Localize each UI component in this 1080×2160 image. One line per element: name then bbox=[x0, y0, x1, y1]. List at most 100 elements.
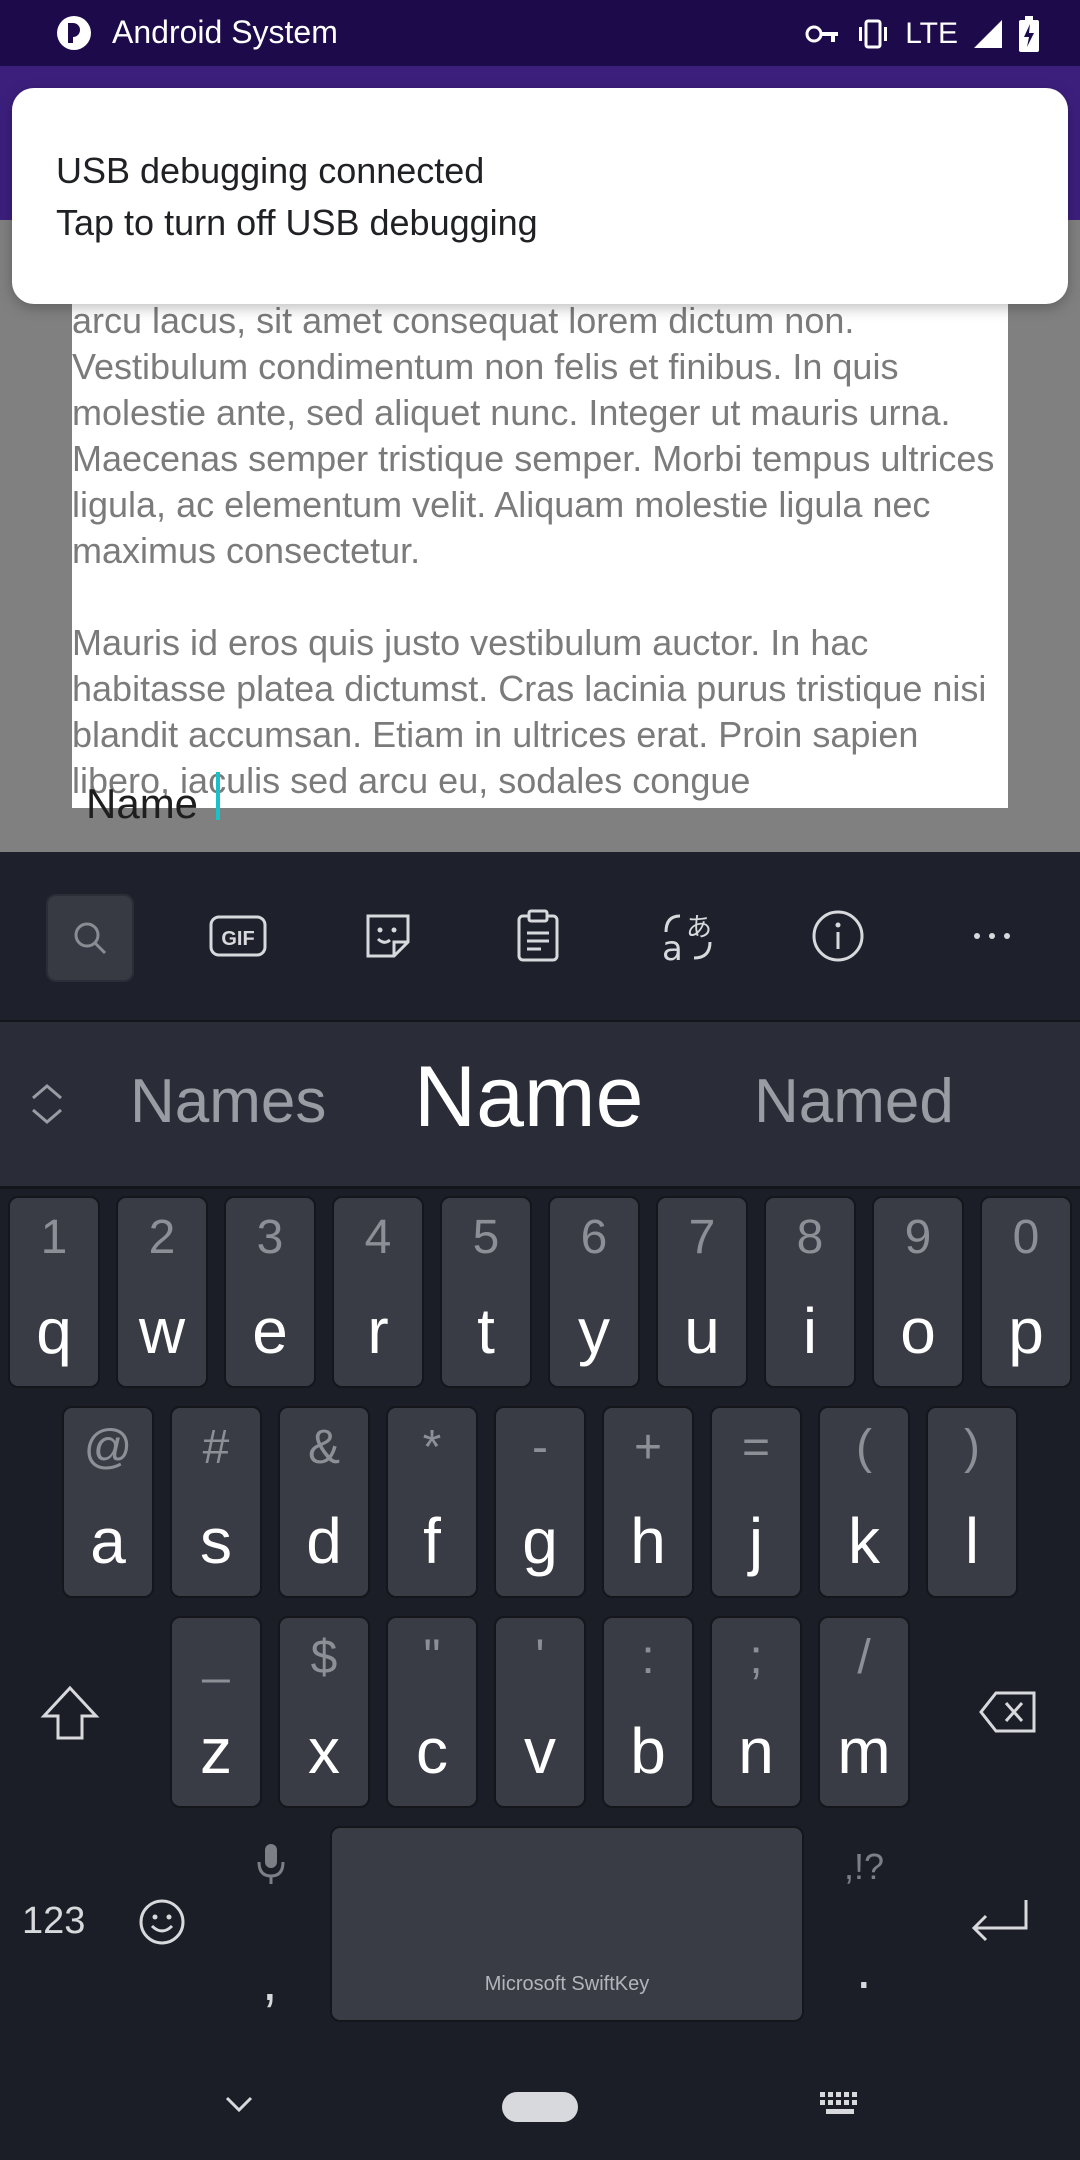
navigation-bar bbox=[0, 2054, 1080, 2160]
key-label: q bbox=[36, 1295, 72, 1367]
key-alt-label: 1 bbox=[40, 1211, 68, 1264]
hide-keyboard-icon[interactable] bbox=[224, 2094, 254, 2114]
period-alt-label: ,!? bbox=[844, 1846, 885, 1887]
usb-debugging-notification[interactable]: USB debugging connected Tap to turn off … bbox=[12, 88, 1068, 304]
key-u[interactable]: 7u bbox=[656, 1196, 748, 1388]
key-label: n bbox=[738, 1715, 774, 1787]
key-alt-label: 9 bbox=[904, 1211, 932, 1264]
key-label: v bbox=[524, 1715, 556, 1787]
space-key-label: Microsoft SwiftKey bbox=[484, 1973, 650, 1995]
key-label: i bbox=[802, 1295, 818, 1367]
microphone-icon[interactable] bbox=[256, 1842, 286, 1886]
key-c[interactable]: " c bbox=[386, 1616, 478, 1808]
svg-text:a: a bbox=[662, 929, 683, 966]
key-n[interactable]: ; n bbox=[710, 1616, 802, 1808]
search-icon[interactable] bbox=[46, 894, 134, 982]
key-o[interactable]: 9o bbox=[872, 1196, 964, 1388]
key-f[interactable]: * f bbox=[386, 1406, 478, 1598]
key-v[interactable]: ' v bbox=[494, 1616, 586, 1808]
key-alt-label: + bbox=[633, 1421, 663, 1474]
key-x[interactable]: $ x bbox=[278, 1616, 370, 1808]
key-label: e bbox=[252, 1295, 288, 1367]
key-label: u bbox=[684, 1295, 720, 1367]
translate-icon[interactable]: aあ bbox=[646, 894, 730, 978]
key-t[interactable]: 5t bbox=[440, 1196, 532, 1388]
suggestion-right[interactable]: Named bbox=[754, 1066, 954, 1137]
sticker-icon[interactable] bbox=[346, 894, 430, 978]
key-alt-label: $ bbox=[310, 1631, 338, 1684]
key-w[interactable]: 2w bbox=[116, 1196, 208, 1388]
key-k[interactable]: (k bbox=[818, 1406, 910, 1598]
key-e[interactable]: 3e bbox=[224, 1196, 316, 1388]
key-alt-label: 6 bbox=[580, 1211, 608, 1264]
key-z[interactable]: _ z bbox=[170, 1616, 262, 1808]
key-label: m bbox=[837, 1715, 891, 1787]
key-q[interactable]: 1q bbox=[8, 1196, 100, 1388]
typed-text[interactable]: Name bbox=[86, 780, 198, 828]
key-label: r bbox=[367, 1295, 389, 1367]
vibrate-icon bbox=[859, 19, 888, 49]
key-h[interactable]: + h bbox=[602, 1406, 694, 1598]
suggestion-bar: Names Name Named bbox=[0, 1020, 1080, 1189]
paragraph: arcu lacus, sit amet consequat lorem dic… bbox=[72, 300, 995, 571]
key-alt-label: ; bbox=[749, 1631, 763, 1684]
key-s[interactable]: # s bbox=[170, 1406, 262, 1598]
key-label: l bbox=[964, 1505, 980, 1577]
enter-key-icon[interactable] bbox=[968, 1898, 1030, 1944]
suggestion-left[interactable]: Names bbox=[130, 1066, 326, 1137]
key-label: c bbox=[416, 1715, 448, 1787]
emoji-key-icon[interactable] bbox=[138, 1898, 186, 1946]
home-pill[interactable] bbox=[502, 2092, 578, 2122]
key-label: o bbox=[900, 1295, 936, 1367]
key-l[interactable]: ) l bbox=[926, 1406, 1018, 1598]
key-r[interactable]: 4r bbox=[332, 1196, 424, 1388]
comma-key[interactable]: , bbox=[262, 1948, 278, 2013]
key-m[interactable]: / m bbox=[818, 1616, 910, 1808]
key-p[interactable]: 0p bbox=[980, 1196, 1072, 1388]
key-alt-label: 4 bbox=[364, 1211, 392, 1264]
document-text: arcu lacus, sit amet consequat lorem dic… bbox=[72, 298, 1008, 808]
space-key[interactable]: Microsoft SwiftKey bbox=[330, 1826, 804, 2022]
keyboard-toolbar: GIF aあ bbox=[0, 852, 1080, 1020]
signal-icon bbox=[974, 20, 1002, 48]
key-g[interactable]: -g bbox=[494, 1406, 586, 1598]
suggestion-center[interactable]: Name bbox=[414, 1048, 643, 1147]
key-alt-label: 2 bbox=[148, 1211, 176, 1264]
vpn-key-icon bbox=[805, 25, 839, 43]
network-type: LTE bbox=[905, 17, 958, 50]
paragraph: Mauris id eros quis justo vestibulum auc… bbox=[72, 622, 987, 801]
key-alt-label: & bbox=[307, 1421, 340, 1474]
gif-icon[interactable]: GIF bbox=[196, 894, 280, 978]
key-label: x bbox=[308, 1715, 340, 1787]
period-key[interactable]: . bbox=[856, 1936, 872, 2001]
key-label: f bbox=[423, 1505, 441, 1577]
key-alt-label: 8 bbox=[796, 1211, 824, 1264]
shift-key-icon[interactable] bbox=[40, 1684, 100, 1742]
clipboard-icon[interactable] bbox=[496, 894, 580, 978]
keyboard-switch-icon[interactable] bbox=[818, 2090, 862, 2118]
key-b[interactable]: :b bbox=[602, 1616, 694, 1808]
key-y[interactable]: 6y bbox=[548, 1196, 640, 1388]
key-label: h bbox=[630, 1505, 666, 1577]
backspace-key-icon[interactable] bbox=[978, 1690, 1038, 1734]
key-d[interactable]: & d bbox=[278, 1406, 370, 1598]
key-label: w bbox=[138, 1295, 186, 1367]
key-alt-label: 7 bbox=[688, 1211, 716, 1264]
app-icon bbox=[57, 16, 91, 50]
key-label: z bbox=[200, 1715, 232, 1787]
key-label: p bbox=[1008, 1295, 1044, 1367]
info-icon[interactable] bbox=[796, 894, 880, 978]
status-app-name: Android System bbox=[112, 14, 338, 50]
key-j[interactable]: = j bbox=[710, 1406, 802, 1598]
key-label: k bbox=[848, 1505, 880, 1577]
collapse-icon[interactable] bbox=[30, 1082, 64, 1126]
key-a[interactable]: @ a bbox=[62, 1406, 154, 1598]
more-icon[interactable] bbox=[950, 894, 1034, 978]
numbers-key[interactable]: 123 bbox=[22, 1900, 85, 1943]
key-alt-label: * bbox=[422, 1421, 442, 1474]
key-alt-label: _ bbox=[202, 1631, 230, 1684]
battery-charging-icon bbox=[1019, 16, 1039, 52]
key-i[interactable]: 8i bbox=[764, 1196, 856, 1388]
key-alt-label: 5 bbox=[472, 1211, 500, 1264]
key-alt-label: 3 bbox=[256, 1211, 284, 1264]
